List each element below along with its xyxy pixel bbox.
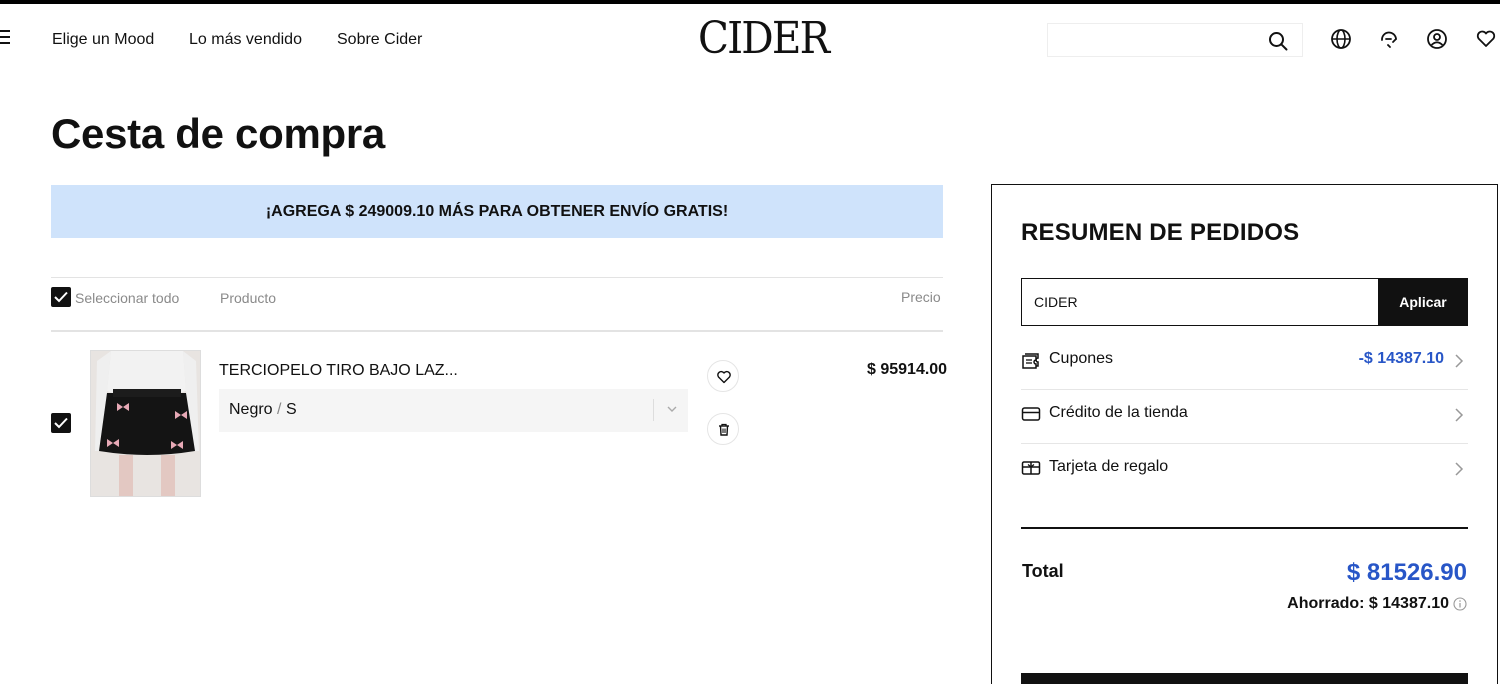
variant-size: S — [285, 401, 297, 418]
select-all-label[interactable]: Seleccionar todo — [75, 290, 179, 306]
price-column-header: Precio — [901, 289, 941, 305]
trash-icon — [719, 423, 729, 436]
select-all-checkbox[interactable] — [51, 287, 71, 307]
free-shipping-banner: ¡AGREGA $ 249009.10 MÁS PARA OBTENER ENV… — [51, 185, 943, 238]
check-icon — [54, 417, 68, 429]
nav-sobre-cider[interactable]: Sobre Cider — [337, 31, 422, 49]
total-label: Total — [1022, 561, 1064, 581]
delete-item-button[interactable] — [707, 413, 739, 445]
product-column-header: Producto — [220, 290, 277, 306]
gift-card-row[interactable]: Tarjeta de regalo — [1021, 444, 1468, 498]
total-value: $ 81526.90 — [1346, 559, 1467, 586]
product-image[interactable] — [90, 350, 201, 497]
top-border — [0, 0, 1500, 4]
divider — [51, 330, 943, 332]
support-icon[interactable] — [1378, 28, 1400, 50]
product-name[interactable]: TERCIOPELO TIRO BAJO LAZ... — [219, 362, 458, 380]
info-icon[interactable] — [1453, 597, 1467, 611]
order-summary: RESUMEN DE PEDIDOS Aplicar Cupones -$ 14… — [991, 184, 1498, 684]
variant-color: Negro — [229, 401, 273, 418]
page-title: Cesta de compra — [51, 110, 385, 157]
chevron-down-icon — [667, 406, 677, 412]
search-box[interactable] — [1047, 23, 1303, 57]
account-icon[interactable] — [1426, 28, 1448, 50]
menu-icon[interactable] — [0, 30, 10, 46]
coupons-value: -$ 14387.10 — [1358, 350, 1444, 367]
item-checkbox[interactable] — [51, 413, 71, 433]
search-icon[interactable] — [1268, 31, 1288, 51]
saved-amount: Ahorrado: $ 14387.10 — [1287, 595, 1467, 613]
promo-code-box: Aplicar — [1021, 278, 1468, 326]
checkout-button[interactable] — [1021, 673, 1468, 684]
globe-icon[interactable] — [1330, 28, 1352, 50]
variant-label: Negro / S — [229, 401, 297, 419]
promo-code-input[interactable] — [1022, 279, 1378, 325]
store-credit-label: Crédito de la tienda — [1049, 404, 1188, 421]
heart-icon — [717, 370, 731, 384]
chevron-right-icon — [1455, 354, 1464, 368]
gift-card-label: Tarjeta de regalo — [1049, 458, 1169, 475]
wishlist-icon[interactable] — [1475, 28, 1497, 50]
gift-card-icon — [1021, 461, 1041, 475]
item-price: $ 95914.00 — [867, 361, 948, 378]
nav-lo-mas-vendido[interactable]: Lo más vendido — [189, 31, 302, 49]
logo[interactable]: CIDER — [698, 14, 830, 64]
divider — [1021, 527, 1468, 529]
coupons-row[interactable]: Cupones -$ 14387.10 — [1021, 336, 1468, 390]
apply-button[interactable]: Aplicar — [1378, 278, 1468, 326]
coupon-icon — [1022, 353, 1039, 369]
nav-elige-un-mood[interactable]: Elige un Mood — [52, 31, 154, 49]
saved-text: Ahorrado: $ 14387.10 — [1287, 595, 1449, 612]
variant-separator: / — [277, 401, 282, 418]
divider — [51, 277, 943, 278]
divider — [653, 399, 654, 421]
add-to-wishlist-button[interactable] — [707, 360, 739, 392]
chevron-right-icon — [1455, 462, 1464, 476]
card-icon — [1021, 407, 1041, 421]
search-input[interactable] — [1048, 24, 1258, 56]
product-photo — [91, 351, 200, 496]
variant-selector[interactable]: Negro / S — [219, 389, 688, 432]
check-icon — [54, 291, 68, 303]
chevron-right-icon — [1455, 408, 1464, 422]
coupons-label: Cupones — [1049, 350, 1114, 367]
summary-title: RESUMEN DE PEDIDOS — [1021, 219, 1300, 246]
store-credit-row[interactable]: Crédito de la tienda — [1021, 390, 1468, 444]
